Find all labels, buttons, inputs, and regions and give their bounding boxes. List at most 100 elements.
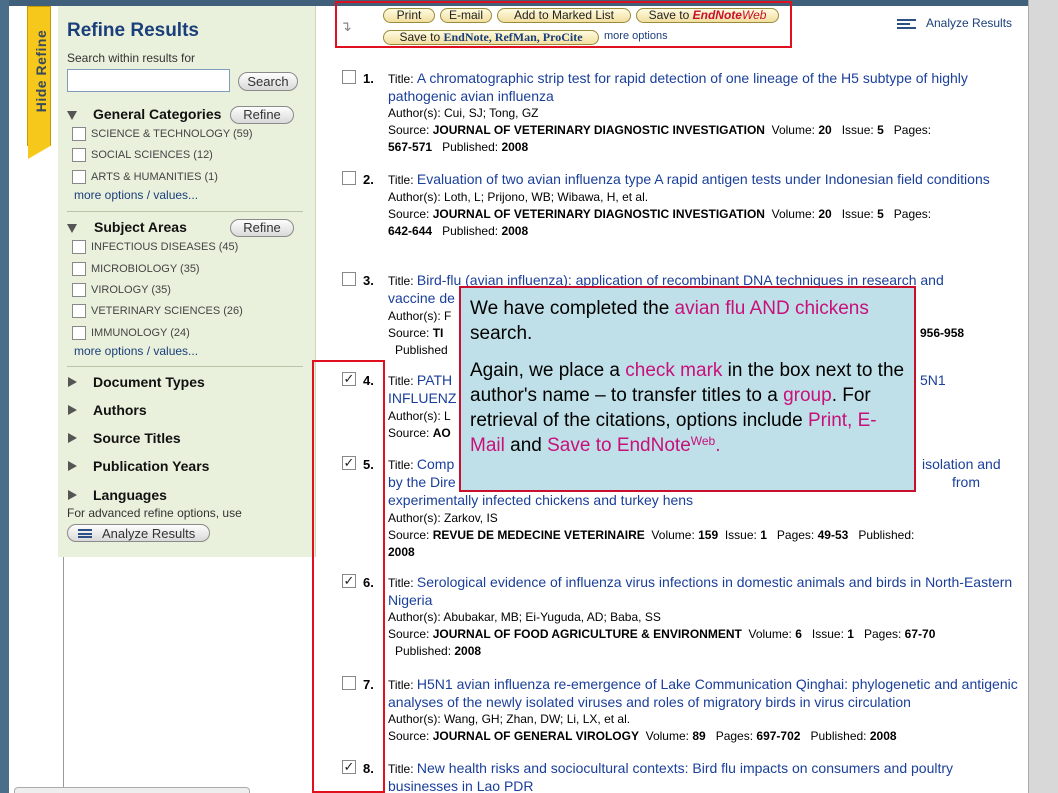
result-published: 2008 bbox=[388, 545, 415, 559]
search-within-button[interactable]: Search bbox=[238, 72, 298, 91]
advanced-refine-text: For advanced refine options, use bbox=[67, 506, 242, 520]
result-authors: Cui, SJ; Tong, GZ bbox=[444, 106, 539, 120]
desktop-brands: EndNote, RefMan, ProCite bbox=[443, 30, 583, 44]
category-label: ARTS & HUMANITIES (1) bbox=[91, 171, 218, 183]
volume-label: Volume: bbox=[748, 627, 796, 641]
callout-highlight: avian flu AND chickens bbox=[674, 298, 869, 319]
hide-refine-tab[interactable]: Hide Refine bbox=[27, 6, 52, 159]
result-title-link[interactable]: Comp bbox=[417, 456, 454, 472]
result-body: Title: Evaluation of two avian influenza… bbox=[388, 171, 1024, 240]
search-within-input[interactable] bbox=[67, 69, 230, 92]
checkbox-icon[interactable] bbox=[72, 326, 86, 340]
result-title-link[interactable]: Serological evidence of influenza virus … bbox=[388, 574, 1012, 608]
result-volume: 20 bbox=[818, 123, 832, 137]
subject-areas-refine-button[interactable]: Refine bbox=[230, 219, 294, 237]
result-item: ✓ 6. Title: Serological evidence of infl… bbox=[342, 574, 1032, 662]
result-item: 2. Title: Evaluation of two avian influe… bbox=[342, 171, 1032, 259]
result-title-link-cont[interactable]: INFLUENZ bbox=[388, 390, 456, 406]
checkbox-icon[interactable] bbox=[342, 70, 356, 84]
result-title-link[interactable]: Evaluation of two avian influenza type A… bbox=[417, 171, 990, 187]
section-label: Languages bbox=[93, 487, 167, 503]
result-authors: Loth, L; Prijono, WB; Wibawa, H, et al. bbox=[444, 190, 649, 204]
section-label: Source Titles bbox=[93, 430, 181, 446]
published-label: Published: bbox=[810, 729, 870, 743]
pages-label: Pages: bbox=[776, 528, 818, 542]
result-authors: Abubakar, MB; Ei-Yuguda, AD; Baba, SS bbox=[443, 610, 661, 624]
checkbox-icon[interactable] bbox=[342, 272, 356, 286]
result-source: JOURNAL OF FOOD AGRICULTURE & ENVIRONMEN… bbox=[432, 627, 742, 641]
result-number: 1. bbox=[363, 71, 374, 86]
pages-label: Pages: bbox=[715, 729, 757, 743]
result-title-link-cont[interactable]: by the Dire bbox=[388, 474, 456, 490]
title-label: Title: bbox=[388, 762, 417, 776]
callout-text: and bbox=[504, 435, 548, 456]
languages-header[interactable]: Languages bbox=[67, 487, 307, 507]
sidebar-analyze-results-button[interactable]: Analyze Results bbox=[67, 524, 210, 542]
checkbox-icon[interactable] bbox=[72, 304, 86, 318]
add-to-marked-list-button[interactable]: Add to Marked List bbox=[497, 8, 631, 23]
category-label: SOCIAL SCIENCES (12) bbox=[91, 149, 213, 161]
pages-label: Pages: bbox=[893, 123, 932, 137]
print-button[interactable]: Print bbox=[383, 8, 435, 23]
email-button[interactable]: E-mail bbox=[440, 8, 492, 23]
title-label: Title: bbox=[388, 72, 417, 86]
callout-paragraph-2: Again, we place a check mark in the box … bbox=[470, 358, 906, 458]
window-scrollbar[interactable] bbox=[1028, 0, 1058, 793]
result-source: AO bbox=[432, 426, 451, 440]
authors-header[interactable]: Authors bbox=[67, 402, 307, 422]
result-title-link[interactable]: A chromatographic strip test for rapid d… bbox=[388, 70, 968, 104]
result-title-link[interactable]: New health risks and sociocultural conte… bbox=[388, 760, 953, 793]
result-title-tail[interactable]: 5N1 bbox=[920, 372, 946, 389]
result-pages: 49-53 bbox=[817, 528, 849, 542]
title-label: Title: bbox=[388, 374, 417, 388]
title-label: Title: bbox=[388, 678, 417, 692]
authors-label: Author(s): bbox=[388, 309, 445, 323]
result-title-link[interactable]: PATH bbox=[417, 372, 452, 388]
checkbox-icon[interactable] bbox=[72, 262, 86, 276]
callout-text: search. bbox=[470, 323, 533, 344]
triangle-right-icon bbox=[68, 461, 77, 471]
search-within-hint: Search within results for bbox=[67, 51, 196, 65]
analyze-results-icon bbox=[78, 529, 92, 538]
taskbar-tab[interactable] bbox=[14, 787, 250, 793]
save-to-endnote-refman-procite-button[interactable]: Save to EndNote, RefMan, ProCite bbox=[383, 30, 599, 45]
save-to-label: Save to bbox=[399, 30, 444, 44]
callout-text: We have completed the bbox=[470, 298, 675, 319]
checkbox-icon[interactable] bbox=[72, 240, 86, 254]
authors-label: Author(s): bbox=[388, 712, 445, 726]
save-to-endnote-web-button[interactable]: Save to EndNoteWeb bbox=[636, 8, 779, 23]
result-published: 2008 bbox=[501, 224, 529, 238]
result-issue: 1 bbox=[760, 528, 767, 542]
published-label: Published: bbox=[395, 644, 455, 658]
publication-years-header[interactable]: Publication Years bbox=[67, 458, 307, 478]
checkbox-icon[interactable] bbox=[72, 283, 86, 297]
source-titles-header[interactable]: Source Titles bbox=[67, 430, 307, 450]
volume-label: Volume: bbox=[651, 528, 699, 542]
category-label: VIROLOGY (35) bbox=[91, 284, 171, 296]
result-title-link[interactable]: H5N1 avian influenza re-emergence of Lak… bbox=[388, 676, 1018, 710]
save-to-label: Save to bbox=[648, 8, 693, 22]
checkbox-icon[interactable] bbox=[72, 127, 86, 141]
general-categories-refine-button[interactable]: Refine bbox=[230, 106, 294, 124]
result-title-tail[interactable]: from bbox=[952, 474, 980, 491]
result-title-tail[interactable]: isolation and bbox=[922, 456, 1001, 473]
document-types-header[interactable]: Document Types bbox=[67, 374, 307, 394]
analyze-results-label: Analyze Results bbox=[102, 526, 196, 541]
more-options-link[interactable]: more options bbox=[604, 30, 668, 42]
section-divider bbox=[67, 366, 303, 367]
published-label: Published: bbox=[858, 528, 915, 542]
subject-areas-more-link[interactable]: more options / values... bbox=[74, 344, 198, 358]
web-suffix: Web bbox=[741, 8, 767, 22]
checkbox-icon[interactable] bbox=[72, 148, 86, 162]
result-pages: 697-702 bbox=[756, 729, 801, 743]
pages-label: Pages: bbox=[893, 207, 932, 221]
result-published: 2008 bbox=[501, 140, 529, 154]
result-title-link-cont[interactable]: experimentally infected chickens and tur… bbox=[388, 492, 693, 508]
triangle-down-icon bbox=[67, 224, 77, 233]
result-title-link-cont[interactable]: vaccine de bbox=[388, 290, 455, 306]
checkbox-icon[interactable] bbox=[72, 170, 86, 184]
authors-label: Author(s): bbox=[388, 409, 445, 423]
general-categories-more-link[interactable]: more options / values... bbox=[74, 188, 198, 202]
checkbox-icon[interactable] bbox=[342, 171, 356, 185]
result-body: Title: New health risks and sociocultura… bbox=[388, 760, 1024, 793]
